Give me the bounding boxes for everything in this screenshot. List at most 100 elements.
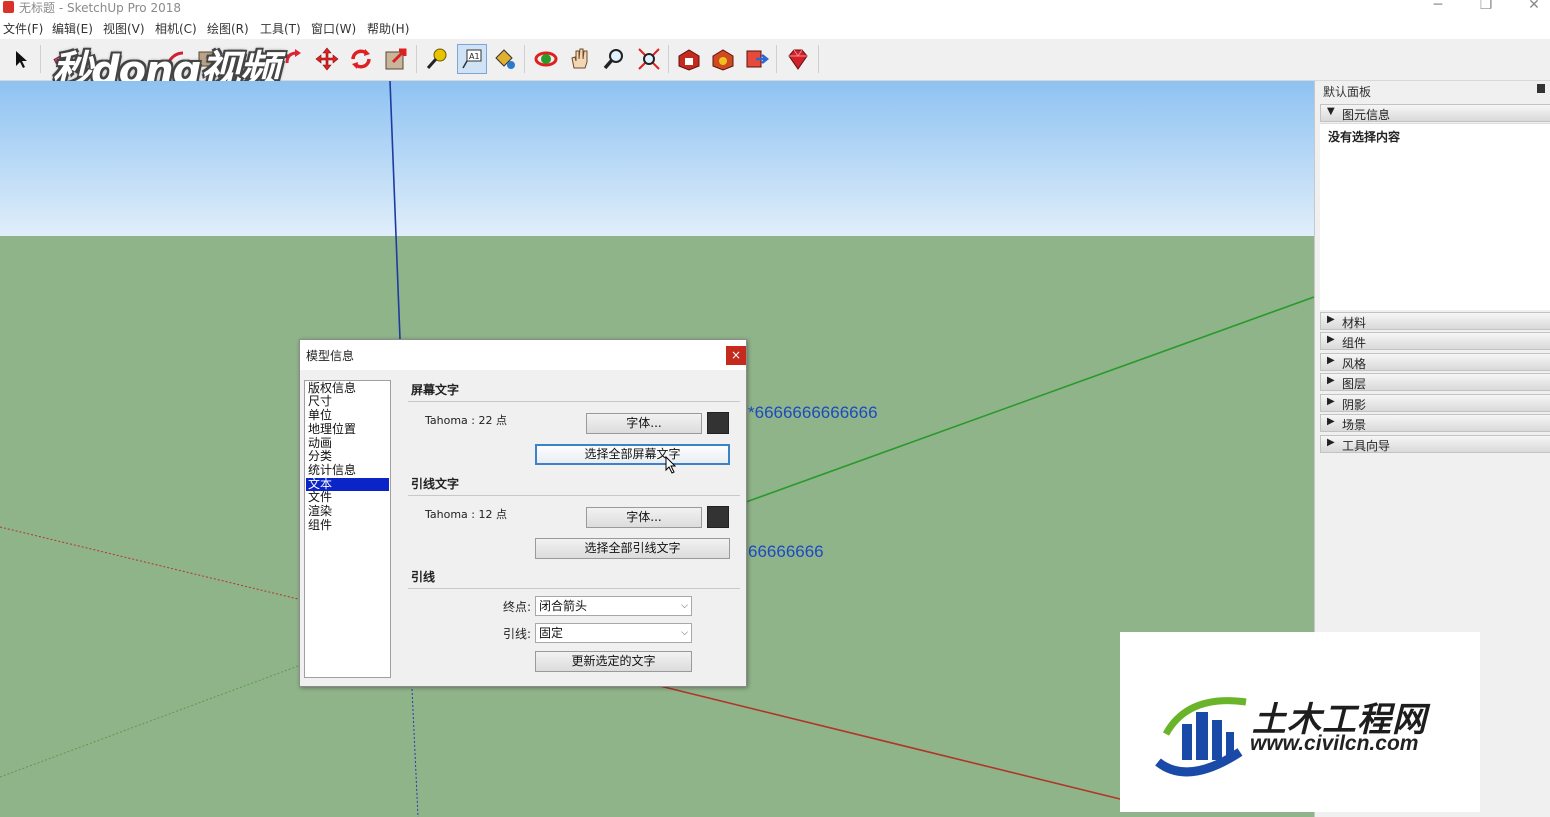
red-axis <box>659 685 1121 800</box>
zoom-extents-icon[interactable] <box>634 44 664 74</box>
collapsed-arrow-icon: ▶ <box>1327 437 1335 448</box>
collapsed-arrow-icon: ▶ <box>1327 375 1335 386</box>
menu-help[interactable]: 帮助(H) <box>367 20 409 37</box>
minimize-button[interactable]: ─ <box>1423 0 1453 13</box>
category-classifications[interactable]: 分类 <box>306 450 389 463</box>
dialog-title: 模型信息 <box>306 349 355 363</box>
section-label: 阴影 <box>1342 398 1367 412</box>
section-label: 图层 <box>1342 377 1367 391</box>
menu-tools[interactable]: 工具(T) <box>260 20 301 37</box>
svg-text:A1: A1 <box>469 52 480 61</box>
divider <box>408 588 740 589</box>
category-statistics[interactable]: 统计信息 <box>306 464 389 477</box>
no-selection-text: 没有选择内容 <box>1328 130 1401 144</box>
screen-text-font-info: Tahoma : 22 点 <box>425 414 507 427</box>
chevron-down-icon: ⌵ <box>681 601 688 611</box>
green-axis <box>745 296 1314 503</box>
leader-text-font-info: Tahoma : 12 点 <box>425 508 507 521</box>
category-dimensions[interactable]: 尺寸 <box>306 395 389 408</box>
collapsed-arrow-icon: ▶ <box>1327 334 1335 345</box>
orbit-icon[interactable] <box>531 44 561 74</box>
select-all-screen-text-button[interactable]: 选择全部屏幕文字 <box>535 444 730 465</box>
scale-icon[interactable] <box>381 44 411 74</box>
pin-icon[interactable] <box>1537 84 1545 93</box>
panel-section-instructor[interactable]: ▶ 工具向导 <box>1320 435 1550 453</box>
extension-icon[interactable] <box>708 44 738 74</box>
panel-section-entity-info[interactable]: ▼ 图元信息 <box>1320 104 1550 122</box>
screen-text-1[interactable]: *6666666666666 <box>748 403 878 423</box>
category-file[interactable]: 文件 <box>306 491 389 504</box>
watermark-url: www.civilcn.com <box>1250 732 1419 755</box>
menu-edit[interactable]: 编辑(E) <box>52 20 93 37</box>
panel-section-scenes[interactable]: ▶ 场景 <box>1320 414 1550 432</box>
menu-window[interactable]: 窗口(W) <box>311 20 356 37</box>
zoom-icon[interactable] <box>599 44 629 74</box>
warehouse-icon[interactable] <box>674 44 704 74</box>
screen-text-heading: 屏幕文字 <box>411 383 460 397</box>
screen-text-font-button[interactable]: 字体... <box>586 413 702 434</box>
panel-header: 默认面板 <box>1319 81 1550 99</box>
leader-heading: 引线 <box>411 570 436 584</box>
leader-text-font-button[interactable]: 字体... <box>586 507 702 528</box>
model-info-dialog: 模型信息 × 版权信息 尺寸 单位 地理位置 动画 分类 统计信息 文本 文件 … <box>299 339 747 687</box>
expanded-arrow-icon: ▼ <box>1327 106 1335 117</box>
panel-section-styles[interactable]: ▶ 风格 <box>1320 353 1550 371</box>
panel-section-materials[interactable]: ▶ 材料 <box>1320 312 1550 330</box>
leader-select[interactable]: 固定 ⌵ <box>535 623 692 643</box>
panel-section-components[interactable]: ▶ 组件 <box>1320 332 1550 350</box>
menu-view[interactable]: 视图(V) <box>103 20 145 37</box>
green-axis-hidden <box>0 665 299 778</box>
paint-bucket-icon[interactable] <box>489 44 519 74</box>
collapsed-arrow-icon: ▶ <box>1327 355 1335 366</box>
section-label: 材料 <box>1342 316 1367 330</box>
move-icon[interactable] <box>312 44 342 74</box>
category-rendering[interactable]: 渲染 <box>306 505 389 518</box>
sketchup-app-icon <box>3 1 14 13</box>
divider <box>408 495 740 496</box>
screen-text-color-swatch[interactable] <box>707 412 729 434</box>
leader-text-heading: 引线文字 <box>411 477 460 491</box>
divider <box>408 401 740 402</box>
panel-section-shadows[interactable]: ▶ 阴影 <box>1320 394 1550 412</box>
section-label: 组件 <box>1342 336 1367 350</box>
rotate-small-icon[interactable] <box>278 44 308 74</box>
section-label: 场景 <box>1342 418 1367 432</box>
endpoint-select[interactable]: 闭合箭头 ⌵ <box>535 596 692 616</box>
restore-button[interactable]: ❐ <box>1471 0 1501 13</box>
update-selected-text-button[interactable]: 更新选定的文字 <box>535 651 692 672</box>
leader-value: 固定 <box>539 626 564 640</box>
menu-draw[interactable]: 绘图(R) <box>207 20 249 37</box>
category-units[interactable]: 单位 <box>306 409 389 422</box>
red-axis-hidden <box>0 526 299 600</box>
blue-axis <box>389 81 401 340</box>
select-all-leader-text-button[interactable]: 选择全部引线文字 <box>535 538 730 559</box>
text-tool-icon[interactable]: A1 <box>457 44 487 74</box>
chevron-down-icon: ⌵ <box>681 628 688 638</box>
dialog-close-button[interactable]: × <box>726 346 746 365</box>
pan-icon[interactable] <box>565 44 595 74</box>
menu-file[interactable]: 文件(F) <box>3 20 43 37</box>
leader-label: 引线: <box>503 627 532 641</box>
blue-axis-hidden <box>411 688 419 817</box>
category-list: 版权信息 尺寸 单位 地理位置 动画 分类 统计信息 文本 文件 渲染 组件 <box>304 380 391 678</box>
collapsed-arrow-icon: ▶ <box>1327 416 1335 427</box>
endpoint-label: 终点: <box>503 600 532 614</box>
dialog-title-bar[interactable]: 模型信息 × <box>300 340 746 370</box>
select-icon[interactable] <box>6 44 36 74</box>
send-icon[interactable] <box>742 44 772 74</box>
close-window-button[interactable]: ✕ <box>1519 0 1549 13</box>
screen-text-2[interactable]: 66666666 <box>748 542 824 562</box>
section-label: 风格 <box>1342 357 1367 371</box>
panel-section-layers[interactable]: ▶ 图层 <box>1320 373 1550 391</box>
category-components[interactable]: 组件 <box>306 519 389 532</box>
section-label: 图元信息 <box>1342 108 1391 122</box>
leader-text-color-swatch[interactable] <box>707 506 729 528</box>
menu-camera[interactable]: 相机(C) <box>155 20 197 37</box>
tape-measure-icon[interactable] <box>422 44 452 74</box>
ruby-icon[interactable] <box>783 44 813 74</box>
window-title: 无标题 - SketchUp Pro 2018 <box>19 1 181 15</box>
category-geo-location[interactable]: 地理位置 <box>306 423 389 436</box>
watermark: 土木工程网 www.civilcn.com <box>1120 632 1480 812</box>
rotate-icon[interactable] <box>346 44 376 74</box>
collapsed-arrow-icon: ▶ <box>1327 314 1335 325</box>
